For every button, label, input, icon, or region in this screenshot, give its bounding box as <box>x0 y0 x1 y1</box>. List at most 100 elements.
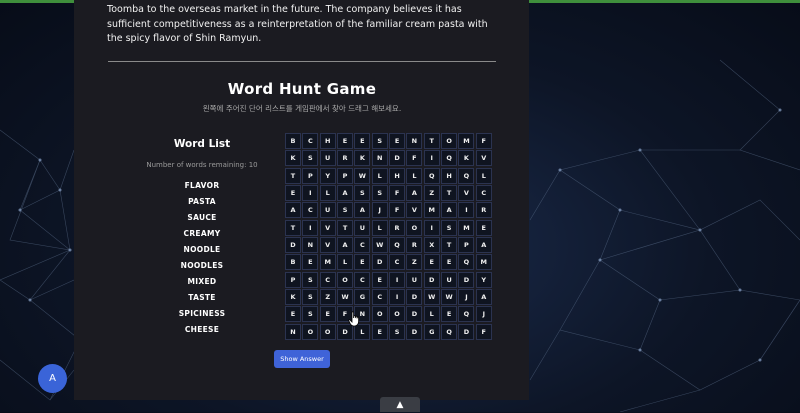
grid-cell[interactable]: V <box>319 237 336 254</box>
grid-cell[interactable]: C <box>371 289 388 306</box>
grid-cell[interactable]: N <box>371 150 388 167</box>
grid-cell[interactable]: Q <box>441 150 458 167</box>
grid-cell[interactable]: S <box>302 289 319 306</box>
grid-cell[interactable]: I <box>302 219 319 236</box>
grid-cell[interactable]: A <box>406 185 423 202</box>
grid-cell[interactable]: N <box>406 133 423 149</box>
grid-cell[interactable]: L <box>406 167 423 184</box>
grid-cell[interactable]: G <box>354 289 371 306</box>
grid-cell[interactable]: P <box>458 237 475 254</box>
grid-cell[interactable]: O <box>371 306 388 323</box>
scroll-to-top-button[interactable]: ▲ <box>380 397 420 412</box>
grid-cell[interactable]: T <box>337 219 354 236</box>
grid-cell[interactable]: V <box>319 219 336 236</box>
grid-cell[interactable]: Q <box>458 306 475 323</box>
grid-cell[interactable]: I <box>302 185 319 202</box>
grid-cell[interactable]: Y <box>319 167 336 184</box>
grid-cell[interactable]: D <box>285 237 301 254</box>
grid-cell[interactable]: O <box>319 323 336 340</box>
grid-cell[interactable]: S <box>371 185 388 202</box>
grid-cell[interactable]: O <box>337 271 354 288</box>
grid-cell[interactable]: S <box>302 150 319 167</box>
grid-cell[interactable]: L <box>337 254 354 271</box>
grid-cell[interactable]: M <box>458 219 475 236</box>
grid-cell[interactable]: H <box>389 167 406 184</box>
grid-cell[interactable]: S <box>302 306 319 323</box>
grid-cell[interactable]: D <box>371 254 388 271</box>
grid-cell[interactable]: A <box>337 237 354 254</box>
grid-cell[interactable]: A <box>337 185 354 202</box>
grid-cell[interactable]: D <box>458 323 475 340</box>
grid-cell[interactable]: K <box>285 289 301 306</box>
grid-cell[interactable]: L <box>319 185 336 202</box>
grid-cell[interactable]: A <box>441 202 458 219</box>
grid-cell[interactable]: F <box>475 133 492 149</box>
grid-cell[interactable]: Q <box>458 167 475 184</box>
grid-cell[interactable]: C <box>354 271 371 288</box>
avatar-button[interactable]: A <box>38 364 67 393</box>
grid-cell[interactable]: S <box>389 323 406 340</box>
grid-cell[interactable]: T <box>441 237 458 254</box>
grid-cell[interactable]: Z <box>406 254 423 271</box>
grid-cell[interactable]: Z <box>319 289 336 306</box>
grid-cell[interactable]: I <box>423 150 440 167</box>
grid-cell[interactable]: Q <box>423 167 440 184</box>
grid-cell[interactable]: T <box>285 219 301 236</box>
grid-cell[interactable]: R <box>406 237 423 254</box>
grid-cell[interactable]: E <box>371 323 388 340</box>
grid-cell[interactable]: D <box>406 306 423 323</box>
grid-cell[interactable]: Z <box>423 185 440 202</box>
grid-cell[interactable]: E <box>337 133 354 149</box>
grid-cell[interactable]: K <box>354 150 371 167</box>
grid-cell[interactable]: E <box>302 254 319 271</box>
grid-cell[interactable]: D <box>406 323 423 340</box>
grid-cell[interactable]: W <box>423 289 440 306</box>
grid-cell[interactable]: K <box>458 150 475 167</box>
grid-cell[interactable]: M <box>423 202 440 219</box>
grid-cell[interactable]: L <box>475 167 492 184</box>
grid-cell[interactable]: R <box>475 202 492 219</box>
grid-cell[interactable]: W <box>371 237 388 254</box>
grid-cell[interactable]: A <box>475 237 492 254</box>
grid-cell[interactable]: D <box>389 150 406 167</box>
grid-cell[interactable]: O <box>441 133 458 149</box>
grid-cell[interactable]: S <box>354 185 371 202</box>
grid-cell[interactable]: T <box>441 185 458 202</box>
grid-cell[interactable]: E <box>441 254 458 271</box>
grid-cell[interactable]: S <box>371 133 388 149</box>
grid-cell[interactable]: B <box>285 133 301 149</box>
grid-cell[interactable]: C <box>319 271 336 288</box>
grid-cell[interactable]: C <box>475 185 492 202</box>
grid-cell[interactable]: L <box>371 167 388 184</box>
grid-cell[interactable]: J <box>371 202 388 219</box>
grid-cell[interactable]: E <box>423 254 440 271</box>
grid-cell[interactable]: V <box>406 202 423 219</box>
grid-cell[interactable]: H <box>319 133 336 149</box>
grid-cell[interactable]: U <box>319 150 336 167</box>
grid-cell[interactable]: E <box>319 306 336 323</box>
grid-cell[interactable]: O <box>389 306 406 323</box>
grid-cell[interactable]: O <box>302 323 319 340</box>
grid-cell[interactable]: X <box>423 237 440 254</box>
grid-cell[interactable]: E <box>441 306 458 323</box>
grid-cell[interactable]: R <box>337 150 354 167</box>
grid-cell[interactable]: C <box>302 133 319 149</box>
grid-cell[interactable]: U <box>319 202 336 219</box>
grid-cell[interactable]: J <box>458 289 475 306</box>
grid-cell[interactable]: S <box>441 219 458 236</box>
grid-cell[interactable]: C <box>354 237 371 254</box>
grid-cell[interactable]: I <box>389 289 406 306</box>
grid-cell[interactable]: D <box>458 271 475 288</box>
grid-cell[interactable]: E <box>389 133 406 149</box>
grid-cell[interactable]: S <box>337 202 354 219</box>
grid-cell[interactable]: P <box>285 271 301 288</box>
grid-cell[interactable]: F <box>406 150 423 167</box>
grid-cell[interactable]: L <box>423 306 440 323</box>
grid-cell[interactable]: F <box>389 185 406 202</box>
grid-cell[interactable]: T <box>285 167 301 184</box>
grid-cell[interactable]: A <box>475 289 492 306</box>
grid-cell[interactable]: T <box>423 133 440 149</box>
grid-cell[interactable]: B <box>285 254 301 271</box>
grid-cell[interactable]: E <box>354 254 371 271</box>
grid-cell[interactable]: Q <box>389 237 406 254</box>
